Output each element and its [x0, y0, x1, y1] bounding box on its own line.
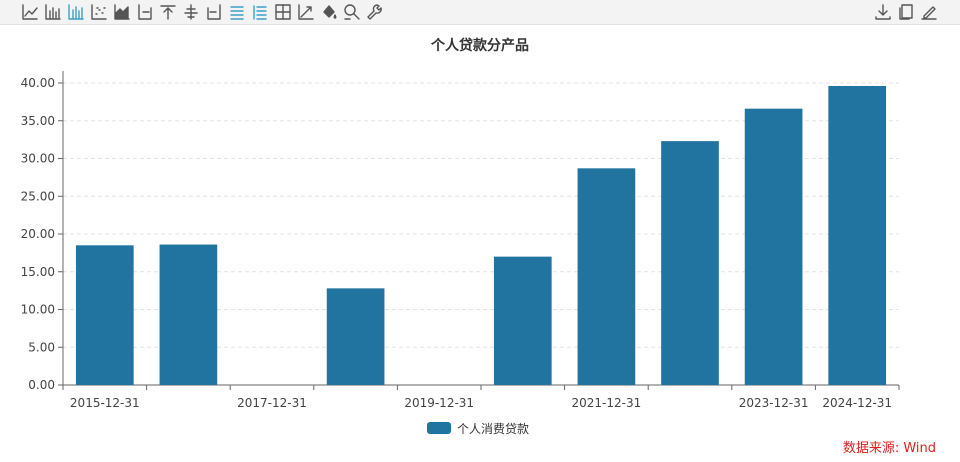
y-tick-label: 40.00	[21, 76, 55, 90]
bar	[828, 86, 887, 386]
x-tick-label: 2023-12-31	[739, 396, 809, 410]
y-tick-label: 10.00	[21, 303, 55, 317]
legend-label: 个人消费贷款	[457, 421, 530, 436]
bar	[159, 244, 218, 385]
y-tick-label: 25.00	[21, 189, 55, 203]
x-tick-label: 2017-12-31	[237, 396, 307, 410]
bar	[75, 245, 134, 385]
y-tick-label: 20.00	[21, 227, 55, 241]
x-tick-label: 2015-12-31	[70, 396, 140, 410]
legend-swatch	[427, 422, 451, 434]
bar-chart: 0.00 5.00 10.00 15.00 20.00 25.00 30.00 35.00 40…	[21, 71, 900, 410]
x-tick-label: 2019-12-31	[404, 396, 474, 410]
bar	[326, 288, 385, 385]
y-tick-label: 30.00	[21, 152, 55, 166]
bar	[661, 141, 719, 385]
y-tick-label: 15.00	[21, 265, 55, 279]
bar	[577, 168, 636, 385]
x-tick-label: 2021-12-31	[572, 396, 642, 410]
legend-item[interactable]: 个人消费贷款	[427, 420, 529, 436]
y-tick-label: 0.00	[28, 378, 55, 392]
y-tick-label: 5.00	[28, 340, 55, 354]
data-source-label: 数据来源: Wind	[842, 441, 936, 456]
bar	[493, 256, 552, 385]
x-tick-label: 2024-12-31	[822, 396, 892, 410]
y-tick-label: 35.00	[21, 114, 55, 128]
bar	[744, 108, 803, 386]
